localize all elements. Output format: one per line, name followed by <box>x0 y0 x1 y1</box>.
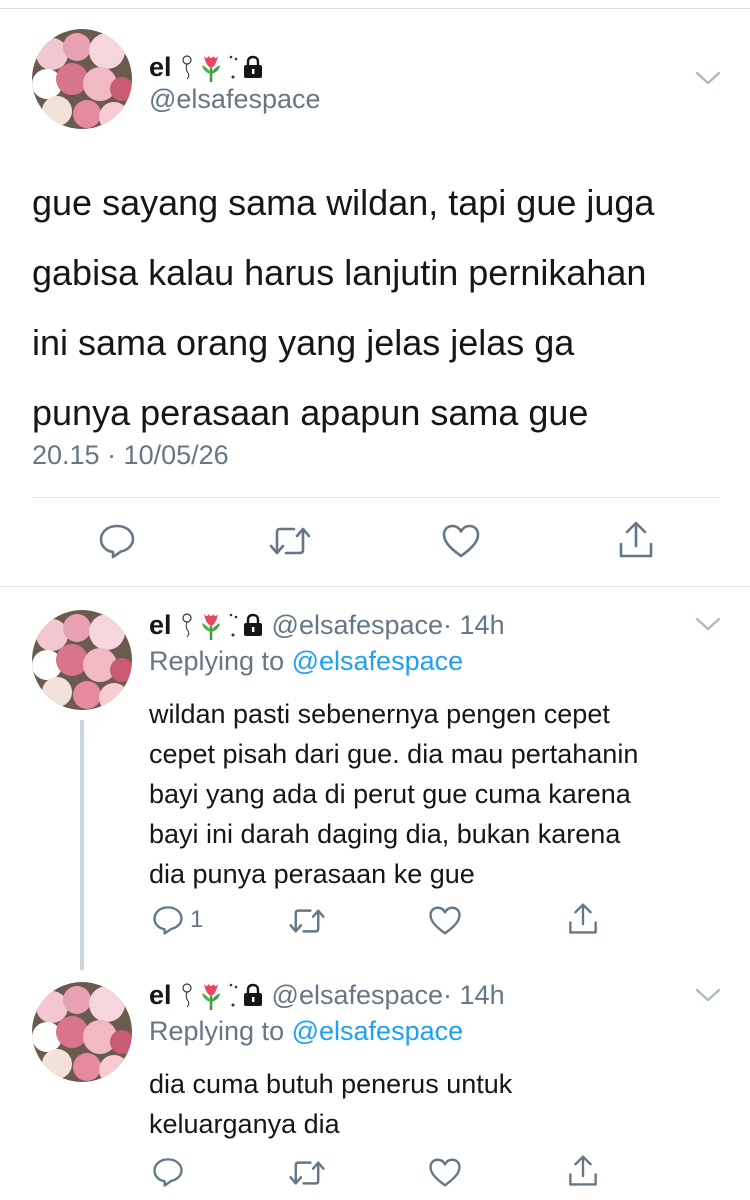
reply-author-row: el @elsafespace · 14h <box>149 607 505 643</box>
handle[interactable]: @elsafespace <box>272 980 444 1011</box>
section-divider <box>0 586 750 587</box>
reply-action-bar <box>0 1154 750 1194</box>
reply-text-line: dia punya perasaan ke gue <box>149 859 475 889</box>
sparkle-icon <box>229 983 237 1007</box>
tweet-text-line: gabisa kalau harus lanjutin pernikahan <box>32 252 647 293</box>
heart-icon <box>429 1158 461 1187</box>
reply-text-line: cepet pisah dari gue. dia mau pertahanin <box>149 739 639 769</box>
retweet-button[interactable] <box>288 906 326 936</box>
reply-text: dia cuma butuh penerus untuk keluarganya… <box>149 1064 729 1144</box>
reply-author-row: el @elsafespace · 14h <box>149 977 505 1013</box>
relative-time[interactable]: · 14h <box>443 610 505 641</box>
tweet-text: gue sayang sama wildan, tapi gue juga ga… <box>32 168 732 448</box>
reply-icon <box>153 1158 183 1187</box>
chevron-down-icon[interactable] <box>695 616 721 632</box>
reply-button[interactable] <box>98 522 136 560</box>
reply-icon <box>99 524 135 559</box>
reply-text: wildan pasti sebenernya pengen cepet cep… <box>149 694 729 894</box>
replying-to-mention[interactable]: @elsafespace <box>292 1016 464 1046</box>
display-name[interactable]: el <box>149 610 172 641</box>
like-button[interactable] <box>428 1157 462 1188</box>
tulip-icon <box>201 56 220 82</box>
replying-to: Replying to @elsafespace <box>149 646 463 677</box>
tulip-icon <box>201 984 220 1010</box>
retweet-icon <box>289 1161 325 1185</box>
reply-text-line: bayi ini darah daging dia, bukan karena <box>149 819 621 849</box>
retweet-icon <box>289 909 325 933</box>
lock-icon <box>243 983 262 1006</box>
top-divider <box>0 8 750 9</box>
lock-icon <box>243 613 262 636</box>
retweet-button[interactable] <box>288 1158 326 1188</box>
replying-to-label: Replying to <box>149 1016 285 1046</box>
replying-to: Replying to @elsafespace <box>149 1016 463 1047</box>
divider <box>32 497 720 498</box>
tweet-text-line: gue sayang sama wildan, tapi gue juga <box>32 182 655 223</box>
share-button[interactable] <box>617 520 655 560</box>
balloon-icon <box>181 613 192 638</box>
handle[interactable]: @elsafespace <box>272 610 444 641</box>
retweet-button[interactable] <box>268 524 312 558</box>
retweet-icon <box>269 527 311 555</box>
avatar[interactable] <box>32 610 132 710</box>
like-button[interactable] <box>441 523 481 559</box>
relative-time[interactable]: · 14h <box>443 980 505 1011</box>
avatar[interactable] <box>32 982 132 1082</box>
reply-button[interactable]: 1 <box>152 904 203 936</box>
reply-action-bar: 1 <box>0 902 750 942</box>
tulip-icon <box>201 614 220 640</box>
share-button[interactable] <box>567 1154 599 1188</box>
avatar[interactable] <box>32 29 132 129</box>
name-emoji-decoration <box>180 980 264 1010</box>
lock-icon <box>243 55 262 78</box>
reply-count: 1 <box>190 906 204 933</box>
share-icon <box>569 1155 597 1186</box>
heart-icon <box>429 906 461 935</box>
tweet-text-line: punya perasaan apapun sama gue <box>32 392 589 433</box>
share-icon <box>619 521 653 558</box>
balloon-icon <box>181 983 192 1008</box>
tweet-text-line: ini sama orang yang jelas jelas ga <box>32 322 575 363</box>
like-button[interactable] <box>428 905 462 936</box>
share-button[interactable] <box>567 902 599 936</box>
sparkle-icon <box>229 55 237 79</box>
reply-text-line: keluarganya dia <box>149 1109 340 1139</box>
reply-text-line: bayi yang ada di perut gue cuma karena <box>149 779 631 809</box>
tweet-action-bar <box>0 520 750 564</box>
chevron-down-icon[interactable] <box>695 987 721 1003</box>
share-icon <box>569 903 597 934</box>
sparkle-icon <box>229 613 237 637</box>
tweet-timestamp[interactable]: 20.15 · 10/05/26 <box>32 440 229 471</box>
name-emoji-decoration <box>180 610 264 640</box>
reply-icon <box>153 906 183 935</box>
name-emoji-decoration <box>180 52 264 82</box>
main-author-row: el <box>149 50 264 84</box>
reply-text-line: wildan pasti sebenernya pengen cepet <box>149 699 610 729</box>
display-name[interactable]: el <box>149 980 172 1011</box>
heart-icon <box>442 524 480 558</box>
handle[interactable]: @elsafespace <box>149 84 321 115</box>
replying-to-mention[interactable]: @elsafespace <box>292 646 464 676</box>
display-name[interactable]: el <box>149 52 172 83</box>
balloon-icon <box>181 55 192 80</box>
chevron-down-icon[interactable] <box>695 70 721 86</box>
tweet-thread-page: el @elsafespace gue sayang sama wildan, … <box>0 0 750 1200</box>
replying-to-label: Replying to <box>149 646 285 676</box>
reply-text-line: dia cuma butuh penerus untuk <box>149 1069 513 1099</box>
reply-button[interactable] <box>152 1156 190 1188</box>
